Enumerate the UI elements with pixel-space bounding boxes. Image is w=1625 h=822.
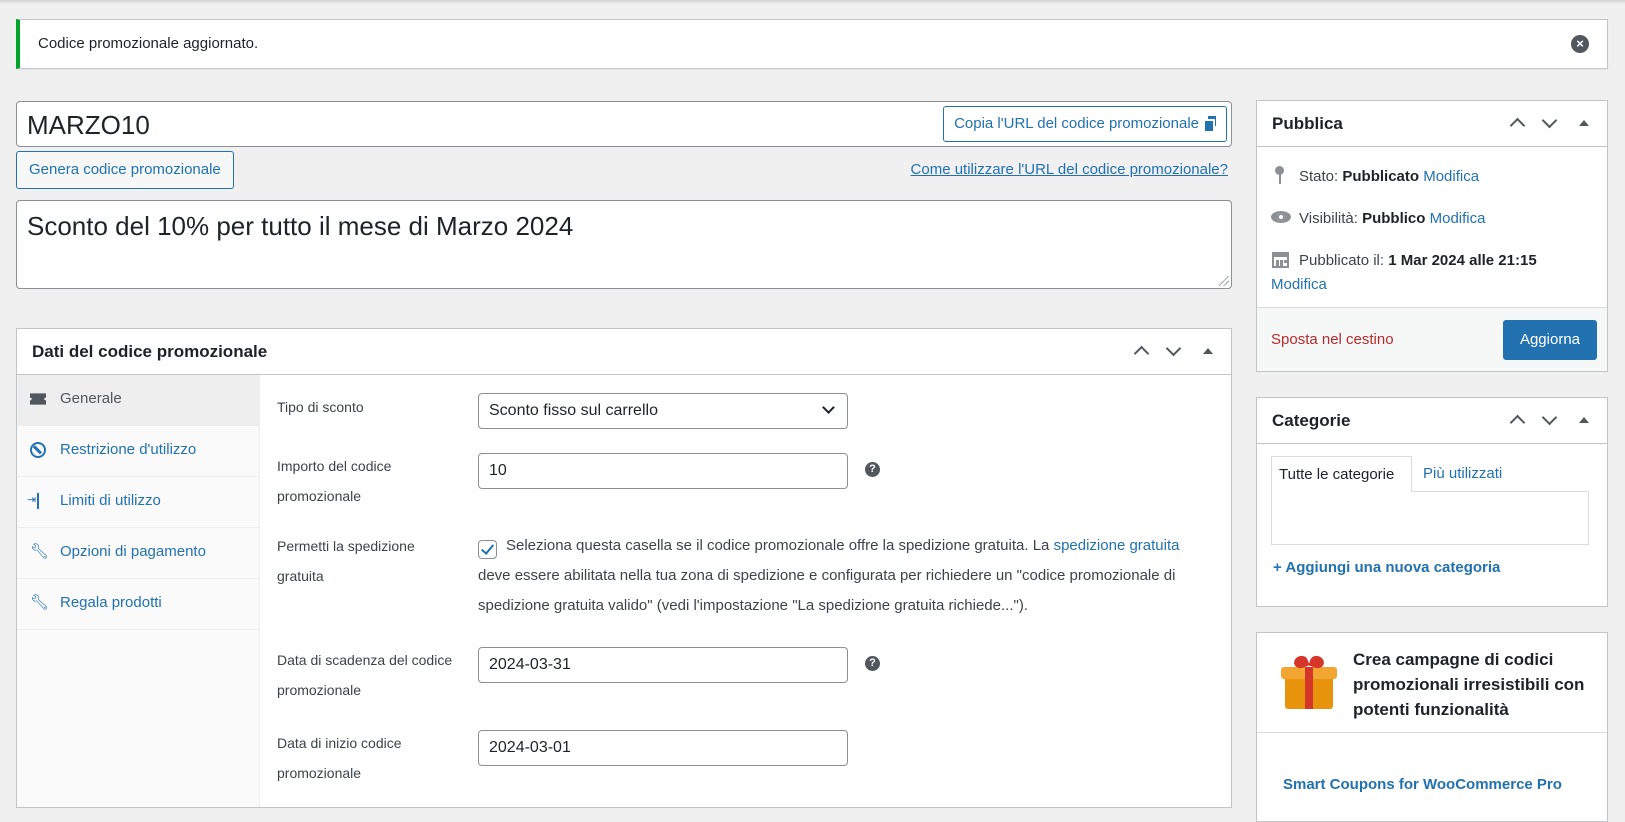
chevron-down-icon: [822, 401, 835, 414]
edit-visibility-link[interactable]: Modifica: [1430, 210, 1486, 227]
move-down-icon[interactable]: [1539, 409, 1561, 432]
generate-coupon-button[interactable]: Genera codice promozionale: [16, 151, 234, 189]
toggle-panel-icon[interactable]: [1573, 113, 1595, 135]
visibility-value: Pubblico: [1362, 210, 1426, 227]
coupon-data-box: Dati del codice promozionale Generale Re…: [16, 328, 1232, 808]
publish-title: Pubblica: [1272, 114, 1343, 133]
publish-box: Pubblica Stato: Pubblicato Modifica Visi…: [1256, 100, 1608, 372]
amount-label: Importo del codice promozionale: [277, 458, 392, 504]
tab-most-used[interactable]: Più utilizzati: [1423, 465, 1502, 482]
discount-type-select[interactable]: Sconto fisso sul carrello: [478, 393, 848, 429]
start-date-label: Data di inizio codice promozionale: [277, 735, 402, 781]
status-row: Stato: Pubblicato Modifica: [1271, 166, 1479, 185]
move-up-icon[interactable]: [1507, 410, 1529, 432]
categories-box: Categorie Tutte le categorie Più utilizz…: [1256, 397, 1608, 607]
free-shipping-desc-text: Seleziona questa casella se il codice pr…: [506, 537, 1054, 554]
wrench-icon: 🔧︎: [30, 543, 50, 560]
copy-icon: [1205, 116, 1216, 131]
tab-label: Generale: [60, 390, 122, 407]
expiry-date-value: 2024-03-31: [489, 656, 571, 673]
ticket-icon: [30, 393, 46, 405]
published-label: Pubblicato il:: [1299, 252, 1385, 269]
tab-payment-options[interactable]: 🔧︎ Opzioni di pagamento: [17, 528, 259, 579]
tab-usage-limits[interactable]: Limiti di utilizzo: [17, 477, 259, 528]
publish-actions: Sposta nel cestino Aggiorna: [1257, 307, 1607, 371]
tab-label: Opzioni di pagamento: [60, 543, 206, 560]
tab-label: Limiti di utilizzo: [60, 492, 161, 509]
coupon-description-textarea[interactable]: Sconto del 10% per tutto il mese di Marz…: [16, 200, 1232, 289]
update-button[interactable]: Aggiorna: [1502, 320, 1597, 360]
status-value: Pubblicato: [1342, 168, 1420, 185]
arrows-icon: [27, 492, 46, 509]
copy-url-label: Copia l'URL del codice promozionale: [954, 115, 1199, 132]
edit-date-link[interactable]: Modifica: [1271, 276, 1327, 293]
free-shipping-label: Permetti la spedizione gratuita: [277, 538, 415, 584]
tab-label: Restrizione d'utilizzo: [60, 441, 197, 458]
copy-url-button[interactable]: Copia l'URL del codice promozionale: [943, 106, 1227, 142]
promo-box: Crea campagne di codici promozionali irr…: [1256, 632, 1608, 822]
move-up-icon[interactable]: [1131, 341, 1153, 363]
discount-type-label: Tipo di sconto: [277, 399, 364, 415]
dismiss-icon[interactable]: ×: [1571, 35, 1589, 53]
edit-status-link[interactable]: Modifica: [1423, 168, 1479, 185]
expiry-label: Data di scadenza del codice promozionale: [277, 652, 453, 698]
promo-headline: Crea campagne di codici promozionali irr…: [1353, 650, 1585, 719]
notice-message: Codice promozionale aggiornato.: [38, 35, 259, 52]
amount-input[interactable]: 10: [478, 453, 848, 489]
publish-header: Pubblica: [1257, 101, 1607, 147]
admin-bar-shadow: [0, 0, 1625, 4]
coupon-data-title: Dati del codice promozionale: [32, 342, 268, 361]
promo-banner: Crea campagne di codici promozionali irr…: [1257, 633, 1607, 733]
tab-all-categories[interactable]: Tutte le categorie: [1271, 456, 1412, 492]
how-to-use-url-link[interactable]: Come utilizzare l'URL del codice promozi…: [911, 161, 1228, 178]
gift-icon: [1281, 653, 1337, 711]
general-panel: Tipo di sconto Sconto fisso sul carrello…: [260, 375, 1231, 807]
smart-coupons-pro-link[interactable]: Smart Coupons for WooCommerce Pro: [1283, 776, 1562, 793]
move-to-trash-link[interactable]: Sposta nel cestino: [1271, 331, 1394, 348]
coupon-data-tabs: Generale Restrizione d'utilizzo Limiti d…: [17, 375, 260, 807]
free-shipping-desc-text-2: deve essere abilitata nella tua zona di …: [478, 567, 1176, 614]
free-shipping-link[interactable]: spedizione gratuita: [1054, 537, 1180, 554]
coupon-description-value: Sconto del 10% per tutto il mese di Marz…: [27, 211, 574, 241]
tab-usage-restriction[interactable]: Restrizione d'utilizzo: [17, 426, 259, 477]
visibility-label: Visibilità:: [1299, 210, 1358, 227]
visibility-row: Visibilità: Pubblico Modifica: [1271, 208, 1485, 227]
tab-generale[interactable]: Generale: [17, 375, 259, 426]
categories-header: Categorie: [1257, 398, 1607, 444]
amount-value: 10: [489, 462, 507, 479]
coupon-data-header: Dati del codice promozionale: [17, 329, 1231, 375]
move-down-icon[interactable]: [1163, 340, 1185, 363]
toggle-panel-icon[interactable]: [1573, 410, 1595, 432]
tab-label: Regala prodotti: [60, 594, 162, 611]
move-up-icon[interactable]: [1507, 113, 1529, 135]
move-down-icon[interactable]: [1539, 112, 1561, 135]
coupon-code-value: MARZO10: [27, 110, 150, 140]
start-date-value: 2024-03-01: [489, 739, 571, 756]
categories-title: Categorie: [1272, 411, 1351, 430]
coupon-code-input[interactable]: MARZO10 Copia l'URL del codice promozion…: [16, 101, 1232, 147]
expiry-date-input[interactable]: 2024-03-31: [478, 647, 848, 683]
status-label: Stato:: [1299, 168, 1339, 185]
eye-icon: [1271, 208, 1291, 226]
add-category-link[interactable]: + Aggiungi una nuova categoria: [1273, 559, 1500, 576]
pin-icon: [1271, 166, 1291, 184]
discount-type-value: Sconto fisso sul carrello: [489, 402, 658, 419]
tab-gift-products[interactable]: 🔧︎ Regala prodotti: [17, 579, 259, 630]
help-icon[interactable]: ?: [865, 462, 880, 477]
start-date-input[interactable]: 2024-03-01: [478, 730, 848, 766]
published-date-row: Pubblicato il: 1 Mar 2024 alle 21:15 Modi…: [1271, 249, 1601, 297]
ban-icon: [30, 442, 46, 458]
calendar-icon: [1271, 250, 1291, 268]
success-notice: Codice promozionale aggiornato. ×: [16, 19, 1608, 69]
toggle-panel-icon[interactable]: [1197, 341, 1219, 363]
free-shipping-description: Seleziona questa casella se il codice pr…: [478, 531, 1198, 621]
help-icon[interactable]: ?: [865, 656, 880, 671]
published-value: 1 Mar 2024 alle 21:15: [1388, 252, 1537, 269]
wrench-icon: 🔧︎: [30, 594, 50, 611]
category-checklist: [1271, 491, 1589, 545]
tab-all-label: Tutte le categorie: [1279, 466, 1395, 483]
resize-handle[interactable]: [1219, 276, 1229, 286]
